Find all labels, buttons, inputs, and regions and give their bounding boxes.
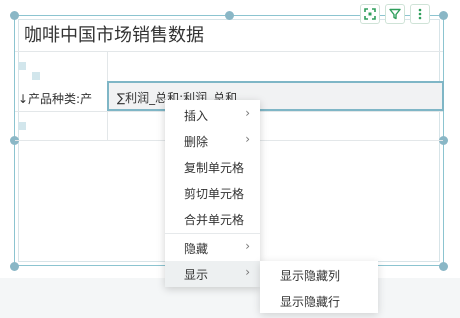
- menu-item-label: 剪切单元格: [184, 187, 245, 201]
- show-submenu: 显示隐藏列 显示隐藏行: [260, 261, 378, 313]
- menu-item-label: 删除: [184, 135, 209, 149]
- component-toolbar: [360, 4, 430, 24]
- menu-item-cut-cell[interactable]: 剪切单元格: [165, 180, 260, 206]
- empty-cell-marker[interactable]: [32, 72, 40, 80]
- filter-button[interactable]: [385, 4, 405, 24]
- chevron-right-icon: ›: [245, 106, 250, 120]
- context-menu: 插入 › 删除 › 复制单元格 剪切单元格 合并单元格 隐藏 › 显示 ›: [165, 100, 260, 287]
- menu-item-label: 合并单元格: [184, 213, 245, 227]
- submenu-item-label: 显示隐藏行: [280, 295, 341, 309]
- menu-item-label: 复制单元格: [184, 161, 245, 175]
- resize-handle-top-left[interactable]: [10, 11, 19, 20]
- resize-handle-top-right[interactable]: [439, 11, 448, 20]
- menu-item-copy-cell[interactable]: 复制单元格: [165, 154, 260, 180]
- empty-cell-marker[interactable]: [18, 122, 26, 130]
- menu-item-hide[interactable]: 隐藏 ›: [165, 235, 260, 261]
- fullscreen-icon: [364, 8, 376, 20]
- menu-item-label: 插入: [184, 109, 209, 123]
- row-header-cell[interactable]: ↓产品种类:产: [18, 90, 92, 107]
- empty-cell-marker[interactable]: [18, 62, 26, 70]
- submenu-item-show-hidden-rows[interactable]: 显示隐藏行: [260, 287, 378, 313]
- submenu-item-show-hidden-columns[interactable]: 显示隐藏列: [260, 261, 378, 287]
- fullscreen-button[interactable]: [360, 4, 380, 24]
- menu-item-delete[interactable]: 删除 ›: [165, 128, 260, 154]
- menu-item-insert[interactable]: 插入 ›: [165, 102, 260, 128]
- selected-cell[interactable]: ∑利润_总和:利润_总和: [107, 81, 444, 111]
- more-vertical-icon: [418, 8, 422, 20]
- chevron-right-icon: ›: [245, 265, 250, 279]
- submenu-item-label: 显示隐藏列: [280, 269, 341, 283]
- menu-item-merge-cells[interactable]: 合并单元格: [165, 206, 260, 232]
- chevron-right-icon: ›: [245, 132, 250, 146]
- table-title[interactable]: 咖啡中国市场销售数据: [24, 21, 204, 47]
- chevron-right-icon: ›: [245, 239, 250, 253]
- menu-item-label: 隐藏: [184, 242, 209, 256]
- grid-line: [15, 51, 443, 52]
- resize-handle-top-center[interactable]: [225, 11, 234, 20]
- menu-divider: [165, 233, 260, 234]
- menu-item-show[interactable]: 显示 ›: [165, 261, 260, 287]
- filter-icon: [389, 8, 401, 20]
- resize-handle-bottom-left[interactable]: [10, 262, 19, 271]
- resize-handle-bottom-right[interactable]: [439, 262, 448, 271]
- more-button[interactable]: [410, 4, 430, 24]
- menu-item-label: 显示: [184, 268, 209, 282]
